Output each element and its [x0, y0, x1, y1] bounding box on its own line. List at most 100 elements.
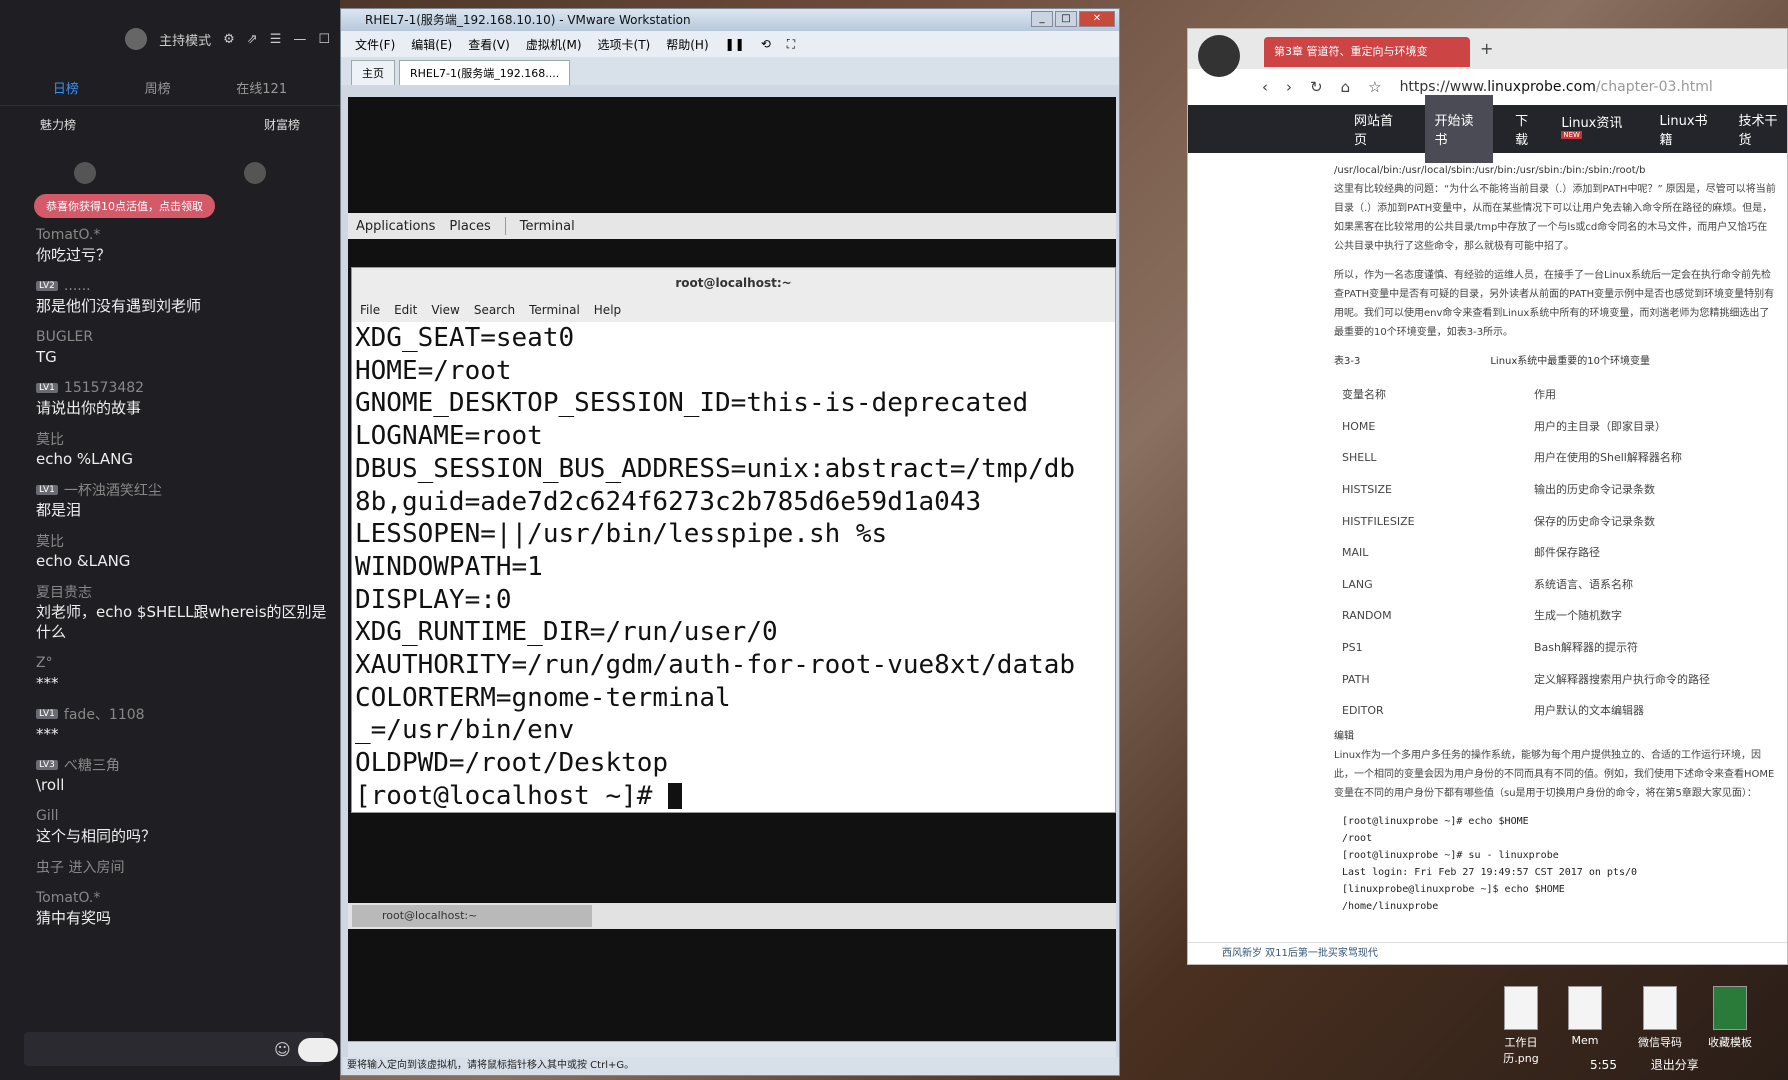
terminal-app-label[interactable]: Terminal	[520, 219, 575, 234]
send-button[interactable]	[298, 1038, 338, 1062]
menu-icon[interactable]: ☰	[270, 32, 282, 47]
terminal-output[interactable]: XDG_SEAT=seat0 HOME=/root GNOME_DESKTOP_SE…	[352, 322, 1115, 812]
settings-icon[interactable]: ⚙	[223, 32, 235, 47]
nav-news-label: Linux资讯	[1561, 115, 1623, 131]
browser-tab[interactable]: 第3章 管道符、重定向与环境变	[1264, 37, 1470, 67]
back-icon[interactable]: ‹	[1262, 78, 1268, 96]
chat-username[interactable]: LV1 fade、1108	[36, 704, 336, 724]
tab-online[interactable]: 在线121	[236, 78, 287, 97]
chat-username-text: TomatO.*	[36, 227, 101, 243]
nav-read[interactable]: 开始读书	[1424, 95, 1494, 163]
menu-vm[interactable]: 虚拟机(M)	[526, 36, 582, 53]
vmware-title: RHEL7-1(服务端_192.168.10.10) - VMware Work…	[341, 9, 1119, 31]
chat-username[interactable]: TomatO.*	[36, 225, 336, 245]
nav-tech[interactable]: 技术干货	[1738, 110, 1787, 148]
terminal-menu-help[interactable]: Help	[594, 303, 621, 317]
table-title: Linux系统中最重要的10个环境变量	[1490, 356, 1651, 367]
terminal-menu-search[interactable]: Search	[474, 303, 515, 317]
minimize-icon[interactable]: —	[293, 32, 306, 47]
terminal-prompt-line[interactable]: [root@localhost ~]#	[355, 780, 1115, 812]
chat-username[interactable]: LV1 一杯浊酒笑红尘	[36, 480, 336, 500]
table-cell: 用户在使用的Shell解释器名称	[1534, 451, 1682, 465]
tab-rhel7[interactable]: RHEL7-1(服务端_192.168....	[399, 60, 571, 85]
edit-link[interactable]: 编辑	[1334, 727, 1777, 746]
level-badge: LV1	[36, 383, 58, 393]
share-icon[interactable]: ⇗	[247, 32, 258, 47]
chat-message-text: 请说出你的故事	[36, 399, 142, 417]
applications-menu[interactable]: Applications	[356, 219, 435, 234]
desktop-icon-wechat[interactable]: 微信导码	[1630, 986, 1690, 1050]
terminal-window[interactable]: root@localhost:~ File Edit View Search T…	[351, 267, 1116, 813]
table-cell: RANDOM	[1342, 609, 1392, 623]
chat-username[interactable]: TomatO.*	[36, 888, 336, 908]
level-badge: LV1	[36, 485, 58, 495]
host-mode-label[interactable]: 主持模式	[159, 30, 211, 49]
reload-icon[interactable]: ↻	[1310, 78, 1323, 96]
menu-file[interactable]: 文件(F)	[355, 36, 395, 53]
chat-username[interactable]: LV1 151573482	[36, 378, 336, 398]
terminal-menu-view[interactable]: View	[431, 303, 459, 317]
table-row: EDITOR 用户默认的文本编辑器	[1334, 695, 1754, 727]
menu-tabs[interactable]: 选项卡(T)	[598, 36, 651, 53]
guest-display[interactable]: Applications Places Terminal root@localh…	[348, 97, 1116, 1041]
table-header-cell: 变量名称	[1342, 388, 1386, 402]
table-cell: HISTFILESIZE	[1342, 514, 1415, 528]
chat-username[interactable]: Z°	[36, 653, 336, 673]
nav-home[interactable]: 网站首页	[1354, 110, 1403, 148]
browser-footer-link[interactable]: 西风新岁 双11后第一批买家骂现代	[1188, 942, 1787, 964]
forward-icon[interactable]: ›	[1286, 78, 1292, 96]
env-var-table: 变量名称 作用 HOME 用户的主目录（即家目录） SHELL 用户在使用的Shell…	[1334, 379, 1754, 727]
desktop-icon-excel[interactable]: 收藏模板	[1700, 986, 1760, 1050]
tab-weekly[interactable]: 周榜	[145, 78, 171, 97]
chat-username[interactable]: Gill	[36, 806, 336, 826]
url-field[interactable]: https://www.linuxprobe.com/chapter-03.ht…	[1400, 79, 1713, 95]
tab-daily[interactable]: 日榜	[53, 78, 79, 97]
home-icon[interactable]: ⌂	[1341, 78, 1351, 96]
new-tab-icon[interactable]: +	[1480, 39, 1493, 58]
avatar[interactable]	[244, 162, 266, 184]
wealth-rank-label[interactable]: 财富榜	[264, 116, 300, 133]
terminal-menu-file[interactable]: File	[360, 303, 380, 317]
minimize-button[interactable]: _	[1031, 11, 1053, 27]
chat-username[interactable]: 虫子 进入房间	[36, 857, 336, 877]
terminal-menu-terminal[interactable]: Terminal	[529, 303, 580, 317]
places-menu[interactable]: Places	[449, 219, 490, 234]
terminal-menu-edit[interactable]: Edit	[394, 303, 417, 317]
snapshot-icon[interactable]: ⟲	[761, 37, 771, 51]
chat-username[interactable]: BUGLER	[36, 327, 336, 347]
nav-news[interactable]: Linux资讯NEW	[1561, 112, 1637, 146]
horizontal-scrollbar[interactable]	[348, 1041, 1116, 1057]
menu-edit[interactable]: 编辑(E)	[411, 36, 452, 53]
menu-view[interactable]: 查看(V)	[468, 36, 510, 53]
terminal-line: COLORTERM=gnome-terminal	[355, 682, 731, 713]
close-button[interactable]: ✕	[1079, 11, 1115, 27]
star-icon[interactable]: ☆	[1368, 78, 1381, 96]
maximize-button[interactable]: □	[1055, 11, 1077, 27]
avatar[interactable]	[74, 162, 96, 184]
pause-icon[interactable]: ❚❚	[725, 37, 745, 51]
fullscreen-icon[interactable]: ⛶	[787, 37, 795, 52]
menu-help[interactable]: 帮助(H)	[666, 36, 708, 53]
chat-username[interactable]: 莫比	[36, 429, 336, 449]
chat-message: LV1 151573482 请说出你的故事	[36, 378, 336, 418]
desktop-icon-mem[interactable]: Mem	[1560, 986, 1610, 1047]
profile-avatar[interactable]	[1198, 35, 1240, 77]
chat-username[interactable]: LV2......	[36, 276, 336, 296]
maximize-icon[interactable]: ☐	[318, 32, 330, 47]
taskbar-terminal-item[interactable]: root@localhost:~	[352, 905, 592, 927]
emoji-icon[interactable]: ☺	[274, 1040, 291, 1059]
tab-home[interactable]: 主页	[351, 60, 395, 85]
host-avatar	[125, 28, 148, 50]
chat-username[interactable]: LV3 べ糖三角	[36, 755, 336, 775]
reward-banner[interactable]: 恭喜你获得10点活值，点击领取	[34, 194, 215, 218]
desktop-icon-label: Mem	[1571, 1034, 1599, 1047]
desktop-icon-calendar[interactable]: 工作日历.png	[1496, 986, 1546, 1066]
nav-books[interactable]: Linux书籍	[1660, 110, 1717, 148]
charm-rank-label[interactable]: 魅力榜	[40, 116, 76, 133]
chat-username[interactable]: 夏目贵志	[36, 582, 336, 602]
table-row: HISTSIZE 输出的历史命令记录条数	[1334, 474, 1754, 506]
nav-download[interactable]: 下载	[1515, 110, 1539, 148]
exit-share-button[interactable]: 退出分享	[1651, 1058, 1699, 1072]
chat-username[interactable]: 莫比	[36, 531, 336, 551]
code-line: /home/linuxprobe	[1342, 900, 1439, 912]
